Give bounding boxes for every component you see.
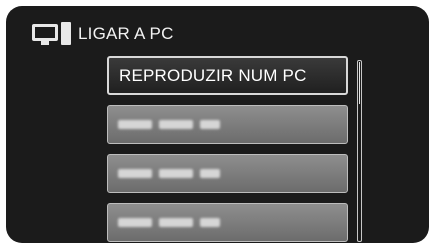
- menu-title: LIGAR A PC: [78, 24, 174, 43]
- scrollbar-thumb[interactable]: [359, 62, 360, 104]
- obscured-label: [118, 169, 220, 178]
- menu-scrollbar[interactable]: [357, 60, 362, 242]
- menu-item-play-on-pc[interactable]: REPRODUZIR NUM PC: [107, 56, 348, 95]
- obscured-label: [118, 218, 220, 227]
- menu-item-obscured[interactable]: [107, 154, 348, 193]
- menu-item-obscured[interactable]: [107, 105, 348, 144]
- menu-item-obscured[interactable]: [107, 203, 348, 242]
- obscured-label: [118, 120, 220, 129]
- menu-item-label: REPRODUZIR NUM PC: [119, 65, 307, 85]
- pc-connection-icon: [32, 22, 76, 46]
- menu-list: REPRODUZIR NUM PC: [107, 56, 348, 243]
- camera-menu-screen: LIGAR A PC REPRODUZIR NUM PC: [6, 6, 429, 243]
- menu-header: LIGAR A PC: [32, 20, 174, 48]
